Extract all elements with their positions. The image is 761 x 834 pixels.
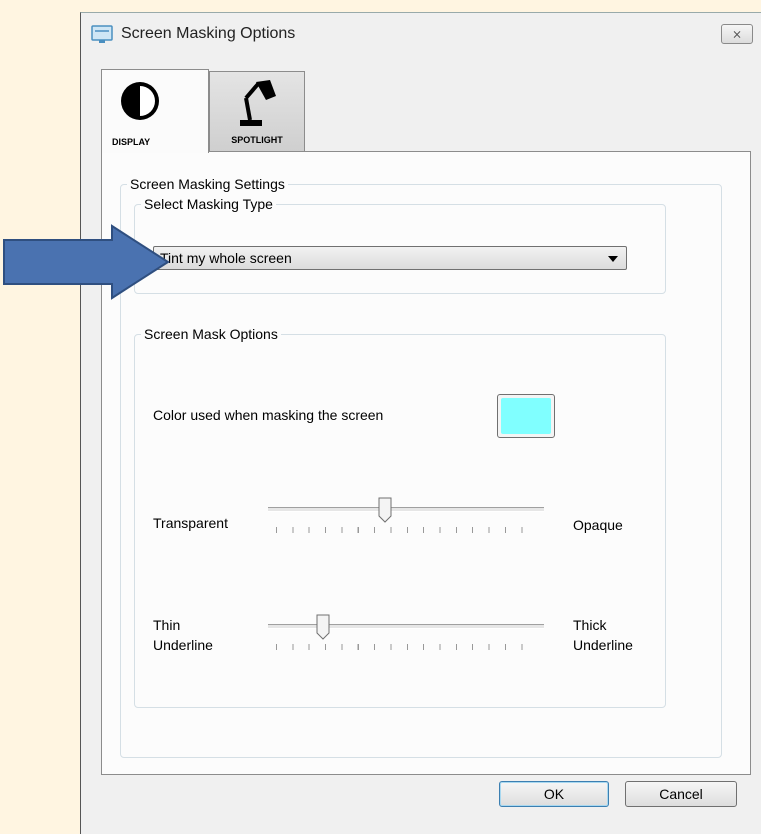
underline-slider-ticks [276,644,536,650]
contrast-icon [121,82,159,120]
thin-underline-label-line2: Underline [153,637,213,653]
masking-type-dropdown[interactable]: Tint my whole screen [153,246,627,270]
desk-lamp-icon [240,80,276,126]
opaque-label: Opaque [573,517,623,533]
callout-arrow [3,224,170,300]
thick-underline-label-line1: Thick [573,617,607,633]
thin-underline-label-line1: Thin [153,617,181,633]
title-bar: Screen Masking Options ⨯ [81,13,761,57]
color-swatch [501,398,551,434]
tab-spotlight-label: SPOTLIGHT [231,135,283,145]
screen-mask-options-legend: Screen Mask Options [144,326,278,342]
thick-underline-label-line2: Underline [573,637,633,653]
window-title: Screen Masking Options [121,25,296,42]
opacity-slider-ticks [276,527,536,533]
underline-slider-track [268,624,544,629]
ok-button[interactable]: OK [499,781,609,807]
screen-masking-settings-legend: Screen Masking Settings [130,176,285,192]
opacity-slider-track [268,507,544,512]
transparent-label: Transparent [153,515,228,531]
cancel-button[interactable]: Cancel [625,781,737,807]
chevron-down-icon [608,256,618,262]
close-button[interactable]: ⨯ [721,24,753,44]
masking-type-value: Tint my whole screen [160,250,292,266]
opacity-slider-thumb[interactable] [378,497,392,523]
close-icon: ⨯ [731,27,743,41]
tab-panel: Screen Masking Settings Select Masking T… [101,151,751,775]
underline-slider-thumb[interactable] [316,614,330,640]
select-masking-type-legend: Select Masking Type [144,196,273,212]
tab-display[interactable]: DISPLAY [101,69,209,153]
color-picker-button[interactable] [497,394,555,438]
tab-display-label: DISPLAY [112,137,151,147]
screen-mask-options-group: Screen Mask Options Color used when mask… [134,326,666,708]
underline-thickness-slider[interactable] [268,614,544,654]
color-label: Color used when masking the screen [153,407,384,423]
opacity-slider[interactable] [268,497,544,537]
tab-spotlight[interactable]: SPOTLIGHT [209,71,305,151]
monitor-icon [91,25,113,43]
select-masking-type-group: Select Masking Type Tint my whole screen [134,196,666,294]
dialog-window: Screen Masking Options ⨯ DISPLAY SPOTLIG… [80,12,761,834]
